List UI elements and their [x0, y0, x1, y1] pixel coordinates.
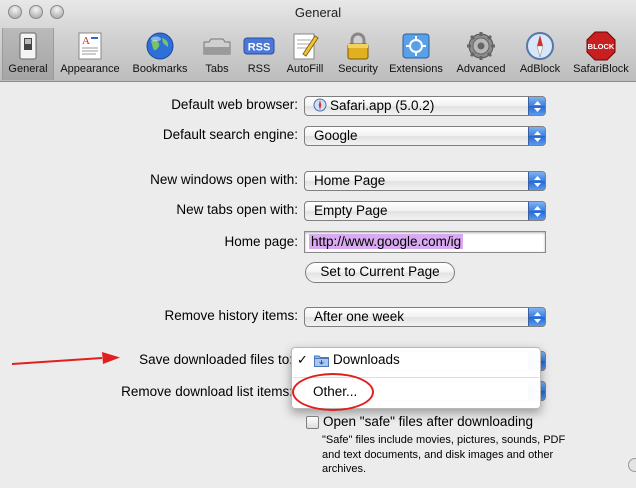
tab-general[interactable]: General — [2, 28, 54, 80]
safari-compass-icon — [313, 98, 327, 112]
open-safe-files-help: "Safe" files include movies, pictures, s… — [322, 434, 566, 475]
set-to-current-page-button[interactable]: Set to Current Page — [305, 262, 455, 283]
svg-text:A: A — [82, 35, 90, 47]
window-title: General — [294, 5, 342, 20]
remove-history-label: Remove history items: — [164, 308, 298, 323]
popup-arrows-icon — [528, 172, 545, 190]
tab-advanced[interactable]: Advanced — [452, 28, 510, 80]
tab-security[interactable]: Security — [333, 28, 383, 80]
menu-item-downloads[interactable]: ✓ Downloads — [292, 352, 540, 372]
default-browser-popup[interactable]: Safari.app (5.0.2) — [304, 96, 546, 116]
home-page-label: Home page: — [224, 234, 298, 249]
tab-tabs[interactable]: Tabs — [196, 28, 238, 80]
checkmark-icon: ✓ — [297, 352, 308, 367]
folder-icon — [314, 355, 329, 367]
rss-badge-icon: RSS — [243, 37, 275, 55]
svg-text:RSS: RSS — [248, 42, 271, 54]
new-windows-label: New windows open with: — [150, 172, 298, 187]
annotation-ellipse — [292, 373, 374, 411]
preferences-toolbar: General A Appearance Bookmarks Tabs RSS … — [0, 28, 636, 82]
default-search-popup[interactable]: Google — [304, 126, 546, 146]
extensions-gear-icon — [402, 33, 430, 59]
popup-arrows-icon — [528, 127, 545, 145]
popup-arrows-icon — [528, 202, 545, 220]
advanced-gear-icon — [467, 32, 495, 60]
tab-adblock[interactable]: AdBlock — [513, 28, 567, 80]
bookmarks-globe-icon — [146, 32, 174, 60]
title-bar: General General A Appearance Bookmarks T… — [0, 0, 636, 82]
tab-rss[interactable]: RSS RSS — [240, 28, 278, 80]
popup-arrows-icon — [528, 97, 545, 115]
new-tabs-label: New tabs open with: — [176, 202, 298, 217]
remove-download-list-label: Remove download list items: — [121, 384, 293, 399]
compass-icon — [526, 32, 554, 60]
appearance-document-icon: A — [78, 32, 102, 60]
open-safe-files-checkbox[interactable] — [306, 416, 319, 429]
default-browser-label: Default web browser: — [171, 97, 298, 112]
tabs-icon — [203, 38, 231, 55]
tab-bookmarks[interactable]: Bookmarks — [127, 28, 193, 80]
svg-text:BLOCK: BLOCK — [588, 42, 615, 51]
new-windows-popup[interactable]: Home Page — [304, 171, 546, 191]
stop-sign-icon: BLOCK — [586, 31, 616, 61]
home-page-value: http://www.google.com/ig — [309, 234, 464, 249]
general-switch-icon — [19, 32, 37, 60]
tab-appearance[interactable]: A Appearance — [56, 28, 124, 80]
popup-arrows-icon — [528, 308, 545, 326]
lock-icon — [347, 32, 369, 60]
home-page-field[interactable]: http://www.google.com/ig — [304, 231, 546, 253]
remove-history-popup[interactable]: After one week — [304, 307, 546, 327]
default-search-label: Default search engine: — [162, 127, 298, 142]
tab-autofill[interactable]: AutoFill — [282, 28, 328, 80]
open-safe-files-label[interactable]: Open "safe" files after downloading — [323, 414, 533, 429]
tab-extensions[interactable]: Extensions — [386, 28, 446, 80]
autofill-pencil-icon — [293, 33, 319, 60]
new-tabs-popup[interactable]: Empty Page — [304, 201, 546, 221]
tab-safariblock[interactable]: BLOCK SafariBlock — [569, 28, 633, 80]
preferences-window: General General A Appearance Bookmarks T… — [0, 0, 636, 488]
resize-grip[interactable] — [628, 458, 636, 472]
save-downloads-label: Save downloaded files to: — [139, 352, 293, 367]
annotation-arrow-icon — [11, 352, 120, 365]
